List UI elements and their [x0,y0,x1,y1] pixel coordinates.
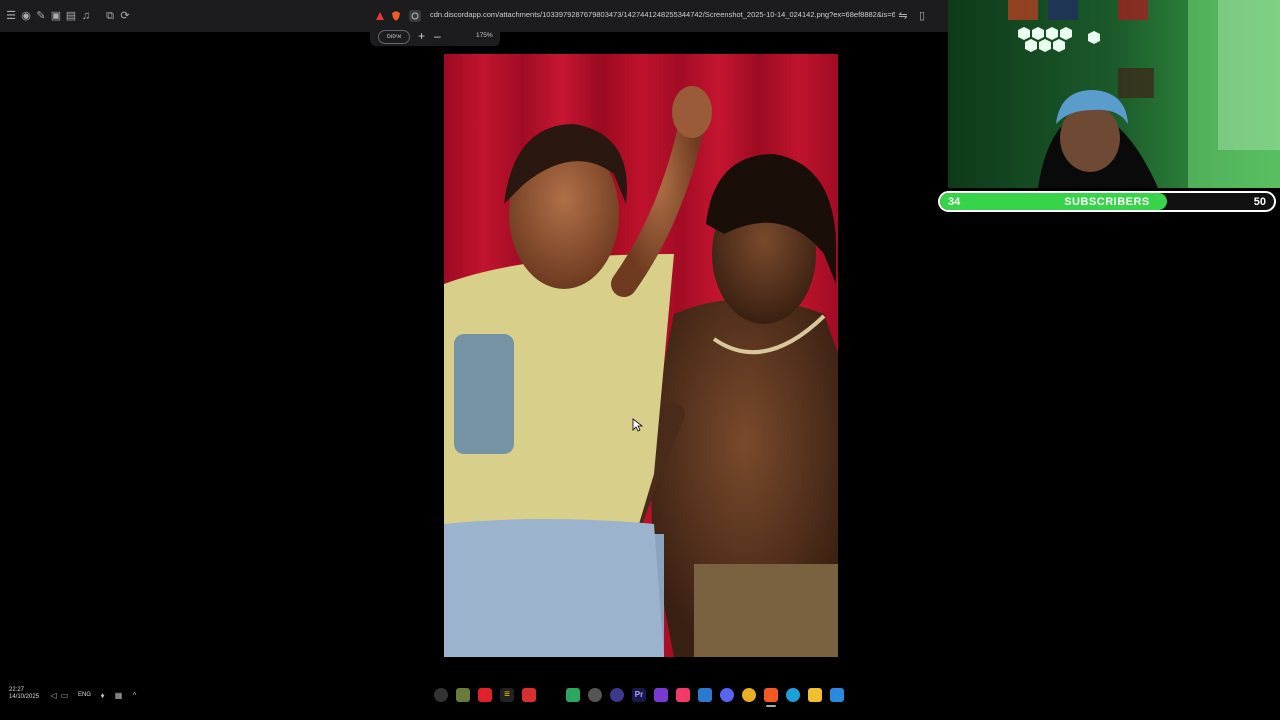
youtube-app-icon[interactable] [478,688,492,702]
site-info-icon[interactable] [409,10,421,22]
tabs-icon[interactable]: ▣ [50,10,62,22]
taskbar: 22:27 14/10/2025 ◁ ▭ ENG ♦ ▦ ^ ≡ Pr [0,683,1280,709]
grid-app-icon[interactable] [566,688,580,702]
bookmark-icon[interactable]: ▯ [916,10,928,22]
address-bar[interactable]: cdn.discordapp.com/attachments/103397928… [430,10,895,19]
discord-blue-app-icon[interactable] [720,688,734,702]
discord-app-icon[interactable] [610,688,624,702]
brave-app-icon[interactable] [764,688,778,702]
refresh-icon[interactable]: ⟳ [119,10,131,22]
obs-app-icon[interactable] [434,688,448,702]
zoom-in-button[interactable]: + [418,29,425,43]
app-tray-icon[interactable]: ▦ [114,691,123,700]
menu-icon[interactable]: ☰ [5,10,17,22]
file-explorer-icon[interactable] [808,688,822,702]
notes-app-icon[interactable]: ≡ [500,688,514,702]
active-app-indicator [766,705,776,707]
zoom-reset-button[interactable]: איפוס [378,30,410,44]
store-app-icon[interactable] [698,688,712,702]
location-icon[interactable]: ◉ [20,10,32,22]
language-indicator[interactable]: ENG [78,692,91,698]
zoom-popup: איפוס + – 175% [370,28,500,46]
subscriber-goal-bar: 34 SUBSCRIBERS 50 [938,191,1276,212]
sidebar-icon[interactable]: ▤ [65,10,77,22]
mouse-cursor [632,418,644,432]
clock-time: 22:27 [9,687,25,693]
pin-icon[interactable]: ✎ [35,10,47,22]
purple-app-icon[interactable] [654,688,668,702]
chrome-app-icon[interactable] [742,688,756,702]
settings-app-icon[interactable] [588,688,602,702]
brave-shield-icon[interactable] [390,10,402,22]
zoom-level: 175% [476,32,493,39]
microphone-icon[interactable]: ♦ [98,691,107,700]
chevron-up-icon[interactable]: ^ [130,691,139,700]
translate-icon[interactable]: ⇋ [897,10,909,22]
webcam-overlay [948,0,1280,188]
volume-icon[interactable]: ◁ [49,691,58,700]
zoom-out-button[interactable]: – [434,29,441,43]
subscriber-goal-label: SUBSCRIBERS [1064,196,1150,208]
alert-icon[interactable] [374,10,386,22]
music-icon[interactable]: ♫ [80,10,92,22]
music-app-icon[interactable] [676,688,690,702]
taskbar-clock[interactable]: 22:27 14/10/2025 [9,687,39,701]
network-icon[interactable]: ▭ [60,691,69,700]
windows-app-icon[interactable] [830,688,844,702]
clock-date: 14/10/2025 [9,694,40,700]
displayed-image [444,54,838,657]
edge-app-icon[interactable] [786,688,800,702]
minecraft-app-icon[interactable] [456,688,470,702]
red-app-icon[interactable] [522,688,536,702]
subscriber-goal-target: 50 [1253,196,1266,208]
premiere-app-icon[interactable]: Pr [632,688,646,702]
panel-icon[interactable]: ⧉ [104,10,116,22]
